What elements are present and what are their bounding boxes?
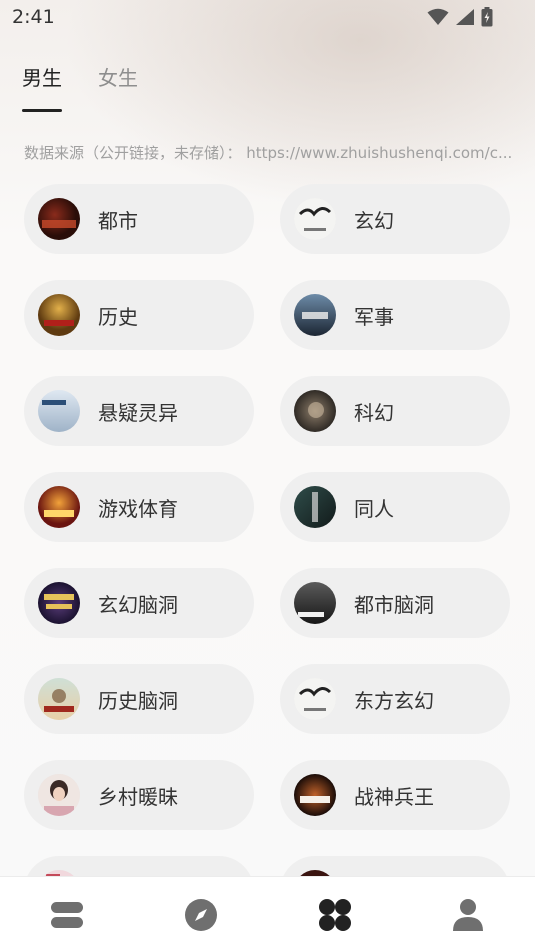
category-cover-image xyxy=(294,486,336,528)
category-label: 玄幻 xyxy=(354,208,394,233)
category-item[interactable]: 玄幻 xyxy=(280,184,510,254)
category-label: 玄幻脑洞 xyxy=(98,592,178,617)
category-item[interactable]: 乡村暖昧 xyxy=(24,760,254,830)
category-item[interactable]: 科幻 xyxy=(280,376,510,446)
category-label: 历史 xyxy=(98,304,138,329)
category-item[interactable]: 东方玄幻 xyxy=(280,664,510,734)
categories-icon[interactable] xyxy=(317,897,353,933)
category-cover-image xyxy=(294,774,336,816)
category-cover-image xyxy=(294,198,336,240)
category-item[interactable]: 战神兵王 xyxy=(280,760,510,830)
category-item[interactable]: 军事 xyxy=(280,280,510,350)
category-item[interactable]: 历史 xyxy=(24,280,254,350)
category-grid: 都市 玄幻 历史 军事 悬疑灵异 科幻 游戏体育 同人 玄幻脑洞 都市脑洞 历史… xyxy=(0,0,535,876)
profile-icon[interactable] xyxy=(450,897,486,933)
category-label: 历史脑洞 xyxy=(98,688,178,713)
category-cover-image xyxy=(294,294,336,336)
category-item[interactable]: 都市 xyxy=(24,184,254,254)
category-item[interactable]: 都市脑洞 xyxy=(280,568,510,638)
category-cover-image xyxy=(294,678,336,720)
bookshelf-icon[interactable] xyxy=(49,897,85,933)
category-item[interactable]: 同人 xyxy=(280,472,510,542)
category-cover-image xyxy=(38,582,80,624)
bottom-navigation xyxy=(0,876,535,952)
category-cover-image xyxy=(38,486,80,528)
category-cover-image xyxy=(38,390,80,432)
category-item[interactable]: 游戏体育 xyxy=(24,472,254,542)
category-label: 都市脑洞 xyxy=(354,592,434,617)
category-label: 军事 xyxy=(354,304,394,329)
category-item[interactable]: 玄幻脑洞 xyxy=(24,568,254,638)
category-cover-image xyxy=(38,294,80,336)
category-label: 悬疑灵异 xyxy=(98,400,178,425)
app-screen: 2:41 男生 女生 数据来源（公开链接，未存储）： https://www.z… xyxy=(0,0,535,952)
category-item[interactable]: 悬疑灵异 xyxy=(24,376,254,446)
category-label: 科幻 xyxy=(354,400,394,425)
category-cover-image xyxy=(294,390,336,432)
compass-icon[interactable] xyxy=(183,897,219,933)
category-label: 战神兵王 xyxy=(354,784,434,809)
category-label: 东方玄幻 xyxy=(354,688,434,713)
category-label: 都市 xyxy=(98,208,138,233)
category-cover-image xyxy=(38,774,80,816)
category-label: 同人 xyxy=(354,496,394,521)
category-item[interactable] xyxy=(280,856,510,876)
category-label: 游戏体育 xyxy=(98,496,178,521)
category-cover-image xyxy=(38,198,80,240)
category-label: 乡村暖昧 xyxy=(98,784,178,809)
category-cover-image xyxy=(38,678,80,720)
category-item[interactable] xyxy=(24,856,254,876)
category-cover-image xyxy=(294,582,336,624)
category-item[interactable]: 历史脑洞 xyxy=(24,664,254,734)
